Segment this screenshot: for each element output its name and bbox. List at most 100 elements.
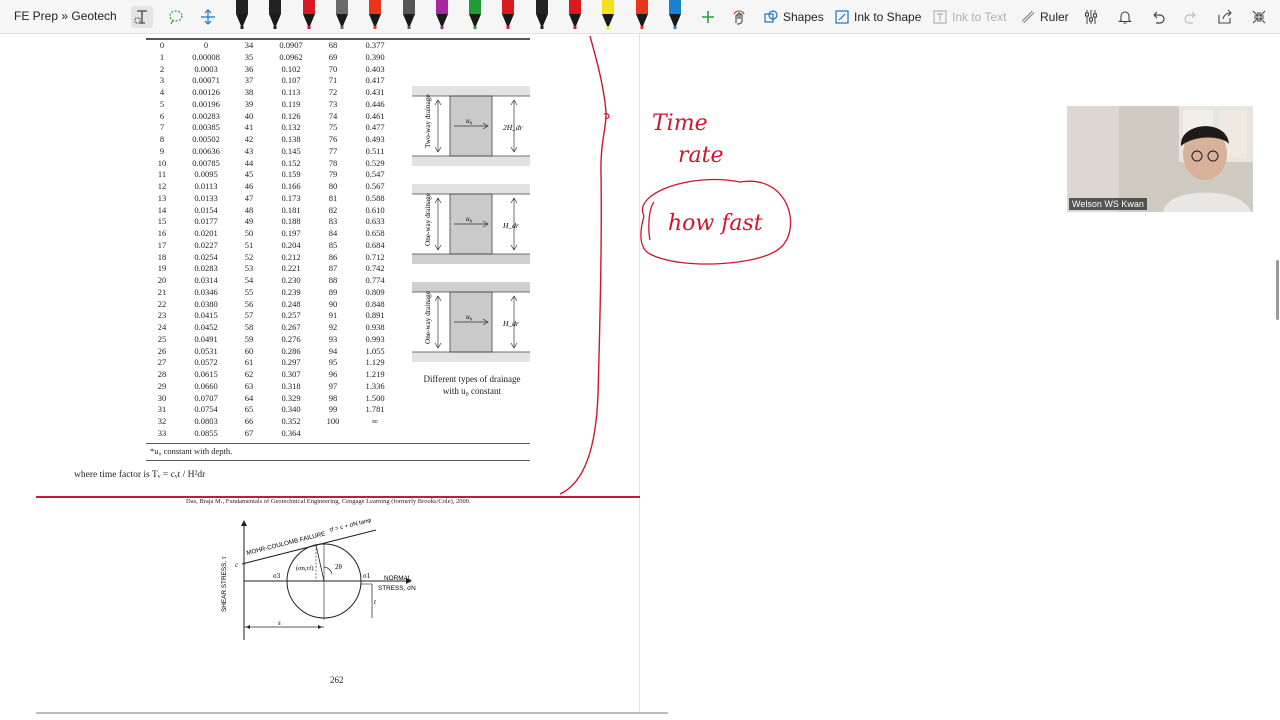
table-cell: 35 [244, 51, 254, 62]
table-cell: 0.0531 [194, 345, 218, 356]
table-cell: 0.145 [281, 145, 301, 156]
table-cell: 49 [244, 216, 254, 227]
table-cell: 8 [159, 134, 165, 144]
table-cell: 7 [159, 122, 165, 133]
pen-10[interactable] [533, 0, 551, 32]
table-cell: 93 [328, 333, 338, 344]
table-cell: 20 [157, 275, 167, 285]
table-row: 10 0.00785 44 0.152 78 0.529 [146, 158, 402, 170]
table-cell: 75 [328, 122, 338, 133]
table-cell: 0.138 [281, 134, 301, 144]
pen-11[interactable] [566, 0, 584, 32]
table-cell: 100 [326, 416, 340, 426]
pen-4[interactable] [333, 0, 351, 32]
table-cell: 0.477 [365, 122, 385, 133]
table-cell: 0.181 [281, 204, 301, 215]
breadcrumb[interactable]: FE Prep » Geotech [14, 9, 117, 23]
bell-icon[interactable] [1114, 6, 1136, 28]
lasso-select-icon[interactable] [165, 6, 187, 28]
ink-text-how-fast: how fast [668, 211, 763, 236]
table-cell: 0.0154 [194, 204, 218, 215]
pen-settings-icon[interactable] [1080, 6, 1102, 28]
table-cell: 0.658 [365, 228, 385, 238]
drainage-type-label: One-way drainage [424, 193, 432, 246]
scrollbar-thumb[interactable] [1276, 260, 1279, 320]
pen-6[interactable] [400, 0, 418, 32]
table-cell: 0.403 [365, 63, 385, 74]
share-icon[interactable] [1214, 6, 1236, 28]
table-cell: 0.0754 [194, 404, 218, 415]
pressure-label: u₀ [466, 214, 473, 223]
table-row: 9 0.00636 43 0.145 77 0.511 [146, 146, 402, 158]
table-cell: 0.0907 [279, 40, 303, 50]
table-cell: 9 [159, 145, 165, 156]
ink-to-shape-icon [835, 10, 849, 24]
pen-8[interactable] [466, 0, 484, 32]
table-cell: 0.307 [281, 369, 301, 379]
table-cell: 0.742 [365, 263, 385, 274]
table-row: 13 0.0133 47 0.173 81 0.588 [146, 193, 402, 205]
add-space-icon[interactable] [197, 6, 219, 28]
type-select-icon[interactable] [131, 6, 153, 28]
pen-1[interactable] [233, 0, 251, 32]
ink-annotations[interactable]: Time rate how fast [540, 34, 820, 504]
mohr-failure-equation: τf = c + σN tanφ [329, 518, 372, 534]
table-cell: 23 [157, 310, 167, 321]
table-row: 31 0.0754 65 0.340 99 1.781 [146, 404, 402, 416]
table-cell: 85 [328, 239, 338, 250]
ink-to-shape-button[interactable]: Ink to Shape [835, 7, 921, 27]
table-cell: 0.00126 [192, 87, 220, 97]
table-cell: 0.0572 [194, 357, 218, 368]
table-cell: 0.0346 [194, 286, 218, 297]
table-cell: 30 [157, 392, 167, 403]
participant-video[interactable]: Welson WS Kwan [1067, 106, 1253, 212]
table-cell: 0.567 [365, 181, 385, 191]
drainage-height-label: H_dr [502, 221, 519, 230]
shapes-button[interactable]: Shapes [764, 7, 824, 27]
mohr-s-label: s [278, 619, 281, 627]
redo-icon[interactable] [1180, 6, 1202, 28]
table-cell: 91 [328, 310, 338, 321]
touch-draw-icon[interactable] [728, 6, 750, 28]
pen-13[interactable] [633, 0, 651, 32]
table-row: 21 0.0346 55 0.239 89 0.809 [146, 287, 402, 299]
table-cell: 0.173 [281, 192, 301, 203]
table-cell: 0.119 [281, 98, 301, 109]
table-cell: 46 [244, 181, 254, 191]
table-cell: 27 [157, 357, 167, 368]
pen-14[interactable] [666, 0, 684, 32]
collapse-icon[interactable] [1248, 6, 1270, 28]
pen-7[interactable] [433, 0, 451, 32]
add-pen-icon[interactable] [697, 6, 719, 28]
table-cell: 0.188 [281, 216, 301, 227]
table-cell: 89 [328, 286, 338, 297]
table-cell: 0.0227 [194, 239, 218, 250]
pen-3[interactable] [300, 0, 318, 32]
pen-12[interactable] [599, 0, 617, 32]
pen-2[interactable] [266, 0, 284, 32]
drainage-diagrams: Two-way drainage u₀ 2H_dr One-way drainage u… [412, 86, 530, 362]
table-cell: 0.493 [365, 134, 385, 144]
ruler-button[interactable]: Ruler [1021, 7, 1069, 27]
table-cell: 60 [244, 345, 254, 356]
table-row: 7 0.00385 41 0.132 75 0.477 [146, 122, 402, 134]
table-cell: 99 [328, 404, 338, 415]
table-cell: 86 [328, 251, 338, 262]
table-cell: 0.0177 [194, 216, 218, 227]
ink-to-text-button[interactable]: Ink to Text [933, 7, 1006, 27]
table-row: 15 0.0177 49 0.188 83 0.633 [146, 216, 402, 228]
table-row: 4 0.00126 38 0.113 72 0.431 [146, 87, 402, 99]
table-cell: 19 [157, 263, 167, 274]
table-cell: 0.276 [281, 333, 301, 344]
degree-of-consolidation-table: 0 0 34 0.0907 68 0.377 1 0.00008 35 0.0962 69 0.390… [146, 40, 402, 440]
pen-5[interactable] [366, 0, 384, 32]
table-row: 29 0.0660 63 0.318 97 1.336 [146, 381, 402, 393]
table-cell: 61 [244, 357, 254, 368]
undo-icon[interactable] [1147, 6, 1169, 28]
pen-9[interactable] [499, 0, 517, 32]
table-cell: 5 [159, 98, 165, 109]
table-row: 32 0.0803 66 0.352 100 ∞ [146, 416, 402, 428]
pressure-label: u₀ [466, 312, 473, 321]
table-cell: 0.152 [281, 157, 301, 168]
table-cell: 43 [244, 145, 254, 156]
